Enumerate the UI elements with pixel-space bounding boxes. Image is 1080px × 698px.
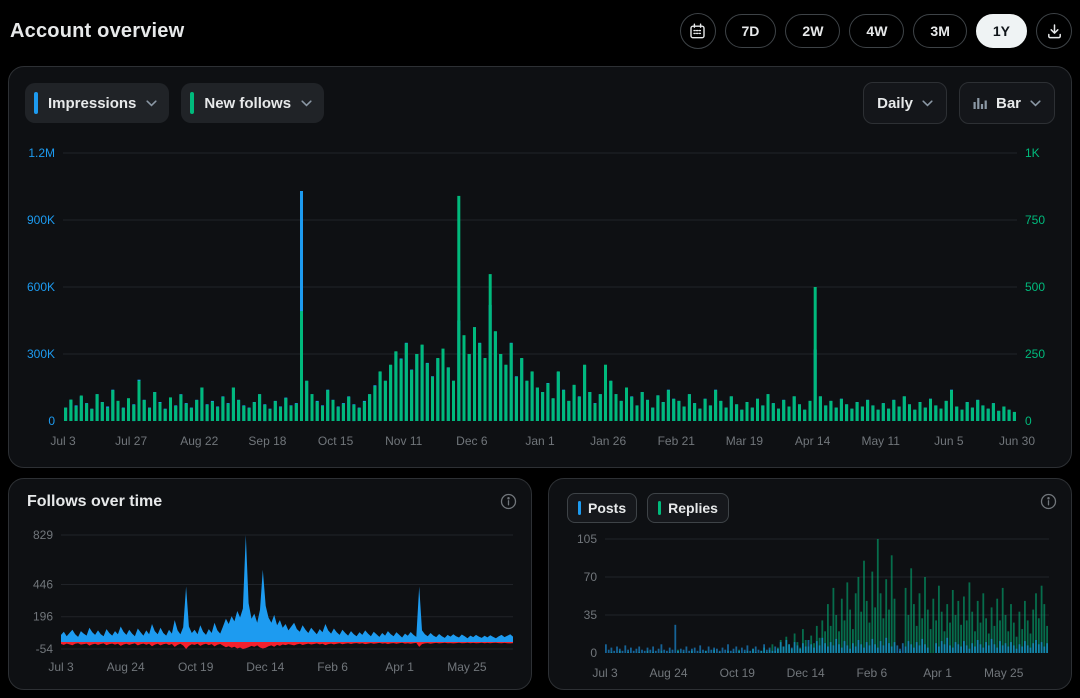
svg-text:Jun 5: Jun 5 xyxy=(934,434,964,448)
follows-over-time-chart[interactable]: 829 446 196 -54 Jul 3 Aug 24 Oct 19 Dec 14 Feb 6… xyxy=(15,525,523,687)
svg-text:1K: 1K xyxy=(1025,146,1040,160)
svg-text:Feb 21: Feb 21 xyxy=(658,434,696,448)
range-pill-4w[interactable]: 4W xyxy=(849,14,904,48)
svg-text:Oct 15: Oct 15 xyxy=(318,434,354,448)
svg-text:Jul 3: Jul 3 xyxy=(50,434,76,448)
info-icon[interactable] xyxy=(1040,493,1057,510)
granularity-dropdown[interactable]: Daily xyxy=(863,82,947,124)
svg-text:Oct 19: Oct 19 xyxy=(720,666,756,680)
follows-card-title: Follows over time xyxy=(27,493,162,511)
impressions-metric-label: Impressions xyxy=(48,95,136,112)
svg-text:300K: 300K xyxy=(27,347,55,361)
impressions-new-follows-chart[interactable]: 0 0 300K 250 600K 500 900K 750 1.2M 1K Jul 3 Jul 27… xyxy=(17,139,1065,457)
svg-text:750: 750 xyxy=(1025,213,1045,227)
svg-text:250: 250 xyxy=(1025,347,1045,361)
posts-accent-bar xyxy=(578,501,581,515)
chevron-down-icon xyxy=(1030,100,1041,107)
chart-type-label: Bar xyxy=(996,95,1021,112)
range-pill-7d[interactable]: 7D xyxy=(725,14,777,48)
new-follows-metric-label: New follows xyxy=(204,95,291,112)
svg-text:Sep 18: Sep 18 xyxy=(248,434,286,448)
calendar-icon xyxy=(689,23,706,40)
svg-text:829: 829 xyxy=(33,528,53,542)
svg-text:Jan 26: Jan 26 xyxy=(590,434,626,448)
svg-text:Jun 30: Jun 30 xyxy=(999,434,1035,448)
svg-text:Aug 24: Aug 24 xyxy=(649,666,687,680)
svg-text:Jan 1: Jan 1 xyxy=(525,434,555,448)
download-icon xyxy=(1046,23,1063,40)
svg-text:Jul 3: Jul 3 xyxy=(48,660,74,674)
posts-legend-label: Posts xyxy=(588,500,626,516)
svg-text:Jul 27: Jul 27 xyxy=(115,434,147,448)
svg-text:Dec 14: Dec 14 xyxy=(787,666,825,680)
download-button[interactable] xyxy=(1036,13,1072,49)
info-icon[interactable] xyxy=(500,493,517,510)
svg-text:600K: 600K xyxy=(27,280,55,294)
svg-text:446: 446 xyxy=(33,577,53,591)
granularity-label: Daily xyxy=(877,95,913,112)
svg-text:0: 0 xyxy=(48,414,55,428)
legend-badges: Posts Replies xyxy=(567,493,729,523)
posts-replies-chart[interactable]: 0 35 70 105 Jul 3 Aug 24 Oct 19 Dec 14 Feb 6 Apr … xyxy=(565,527,1057,687)
range-pill-3m[interactable]: 3M xyxy=(913,14,966,48)
replies-legend-badge[interactable]: Replies xyxy=(647,493,729,523)
svg-text:Nov 11: Nov 11 xyxy=(385,434,422,448)
svg-text:May 25: May 25 xyxy=(447,660,487,674)
svg-text:35: 35 xyxy=(584,608,598,622)
svg-text:Feb 6: Feb 6 xyxy=(857,666,888,680)
follows-over-time-card: Follows over time 829 446 196 -54 Jul 3 Aug 2… xyxy=(8,478,532,690)
svg-text:0: 0 xyxy=(1025,414,1032,428)
new-follows-accent-bar xyxy=(190,92,194,114)
svg-text:-54: -54 xyxy=(36,642,54,656)
account-overview-card: Impressions New follows Daily xyxy=(8,66,1072,468)
range-pill-2w[interactable]: 2W xyxy=(785,14,840,48)
svg-text:0: 0 xyxy=(590,646,597,660)
svg-text:Jul 3: Jul 3 xyxy=(592,666,618,680)
replies-accent-bar xyxy=(658,501,661,515)
svg-text:Feb 6: Feb 6 xyxy=(317,660,348,674)
svg-text:Dec 6: Dec 6 xyxy=(456,434,488,448)
impressions-accent-bar xyxy=(34,92,38,114)
replies-legend-label: Replies xyxy=(668,500,718,516)
svg-text:500: 500 xyxy=(1025,280,1045,294)
impressions-metric-dropdown[interactable]: Impressions xyxy=(25,83,169,123)
calendar-button[interactable] xyxy=(680,13,716,49)
svg-text:May 11: May 11 xyxy=(861,434,900,448)
svg-text:Mar 19: Mar 19 xyxy=(726,434,764,448)
chart-toolbar: Impressions New follows Daily xyxy=(25,83,1055,123)
bar-chart-icon xyxy=(973,97,987,110)
page-title: Account overview xyxy=(10,20,184,43)
posts-replies-card: Posts Replies 0 35 70 105 Jul 3 Aug 24 Oct 19 D… xyxy=(548,478,1072,690)
svg-text:Dec 14: Dec 14 xyxy=(246,660,284,674)
svg-text:Apr 1: Apr 1 xyxy=(923,666,952,680)
svg-text:196: 196 xyxy=(33,610,53,624)
chevron-down-icon xyxy=(301,100,312,107)
svg-text:Aug 24: Aug 24 xyxy=(107,660,145,674)
range-pill-1y-selected[interactable]: 1Y xyxy=(976,14,1027,48)
svg-text:Apr 14: Apr 14 xyxy=(795,434,831,448)
chevron-down-icon xyxy=(146,100,157,107)
posts-legend-badge[interactable]: Posts xyxy=(567,493,637,523)
svg-text:900K: 900K xyxy=(27,213,55,227)
top-bar: Account overview 7D 2W 4W 3M 1Y xyxy=(0,0,1080,62)
svg-text:May 25: May 25 xyxy=(984,666,1024,680)
date-range-controls: 7D 2W 4W 3M 1Y xyxy=(680,13,1072,49)
chart-type-dropdown[interactable]: Bar xyxy=(959,82,1055,124)
chevron-down-icon xyxy=(922,100,933,107)
svg-text:105: 105 xyxy=(577,532,597,546)
svg-text:1.2M: 1.2M xyxy=(28,146,55,160)
svg-text:Apr 1: Apr 1 xyxy=(385,660,414,674)
svg-text:70: 70 xyxy=(584,570,598,584)
svg-text:Oct 19: Oct 19 xyxy=(178,660,214,674)
new-follows-metric-dropdown[interactable]: New follows xyxy=(181,83,324,123)
svg-text:Aug 22: Aug 22 xyxy=(180,434,218,448)
